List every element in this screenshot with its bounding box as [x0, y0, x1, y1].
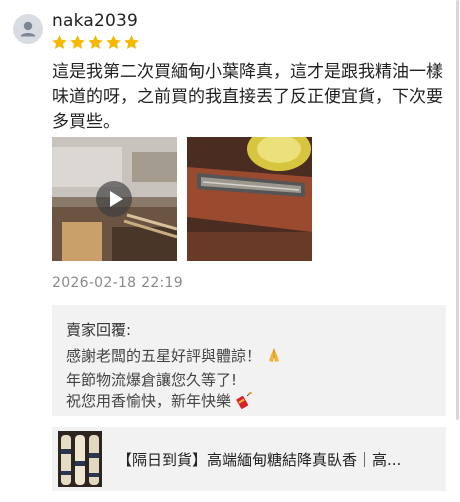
review-video-thumbnail[interactable]: [52, 137, 177, 261]
scrollbar[interactable]: [456, 0, 459, 420]
play-icon[interactable]: [96, 181, 132, 217]
star-icon: [124, 35, 139, 49]
linked-product-card[interactable]: 【隔日到貨】高端緬甸糖結降真臥香｜高...: [52, 427, 446, 491]
seller-reply-line: 祝您用香愉快，新年快樂: [66, 391, 283, 415]
user-icon: [20, 21, 36, 37]
product-thumbnail: [58, 431, 102, 487]
star-rating: [51, 34, 140, 51]
seller-reply-panel: 賣家回覆: 感謝老闆的五星好評與體諒！ 年節物流爆倉讓您久等了! 祝您用香愉快，…: [52, 305, 446, 416]
star-icon: [88, 35, 103, 49]
incense-box-image: [187, 137, 312, 261]
star-icon: [70, 35, 85, 49]
star-icon: [52, 35, 67, 49]
seller-reply-line: 年節物流爆倉讓您久等了!: [66, 371, 238, 389]
star-icon: [106, 35, 121, 49]
product-title[interactable]: 【隔日到貨】高端緬甸糖結降真臥香｜高...: [117, 449, 432, 470]
seller-reply-text: 感謝老闆的五星好評與體諒！ 年節物流爆倉讓您久等了! 祝您用香愉快，新年快樂: [66, 346, 283, 415]
reviewer-username: naka2039: [52, 11, 139, 31]
review-photo[interactable]: [187, 137, 312, 261]
firecracker-icon: [235, 391, 253, 415]
folded-hands-icon: [265, 346, 283, 370]
reviewer-avatar: [13, 14, 43, 44]
seller-reply-line: 感謝老闆的五星好評與體諒！: [66, 346, 283, 370]
seller-reply-title: 賣家回覆:: [66, 321, 132, 339]
review-timestamp: 2026-02-18 22:19: [52, 275, 183, 291]
review-text: 這是我第二次買緬甸小葉降真，這才是跟我精油一樣味道的呀，之前買的我直接丟了反正便…: [52, 62, 443, 132]
